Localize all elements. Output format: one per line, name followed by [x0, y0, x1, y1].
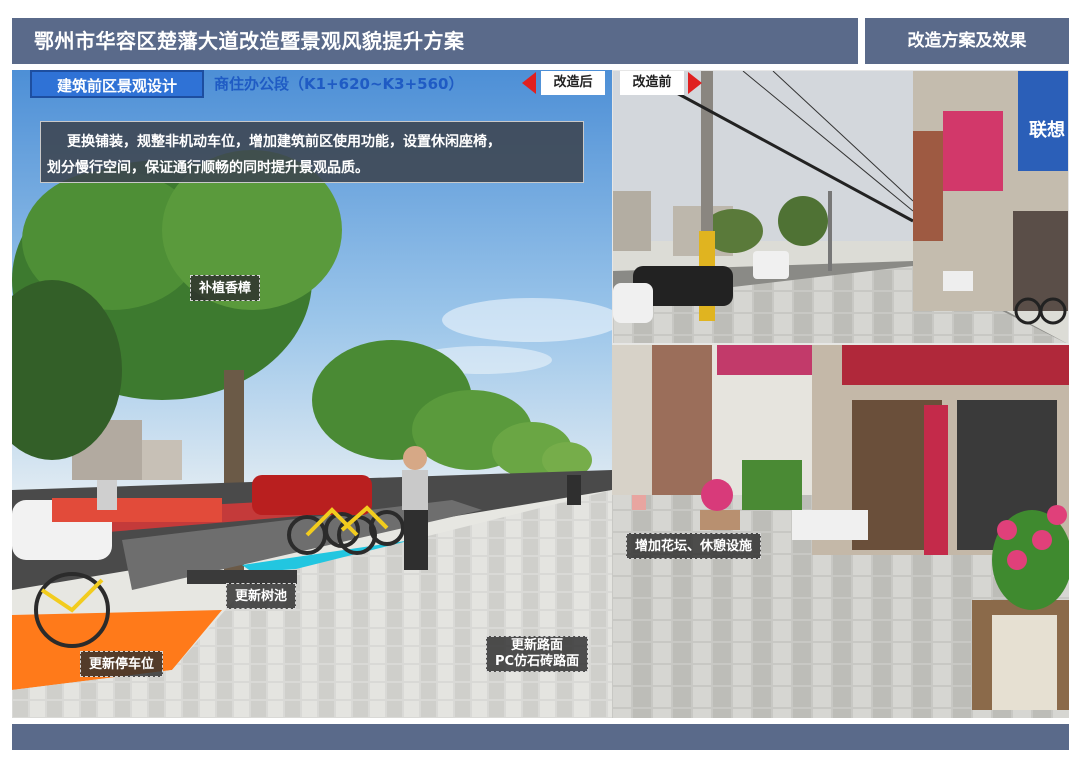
- parking-annotation: 更新停车位: [80, 651, 164, 677]
- after-label: 改造后: [541, 71, 605, 95]
- section-bar: 改造方案及效果: [865, 18, 1069, 64]
- section-title: 改造方案及效果: [907, 31, 1027, 51]
- before-photo: 联想: [612, 70, 1069, 344]
- footer-bar: [12, 724, 1069, 750]
- tree-pit-annotation: 更新树池: [226, 583, 297, 609]
- description-line-2: 划分慢行空间，保证通行顺畅的同时提升景观品质。: [47, 160, 369, 176]
- left-arrow-icon: [522, 72, 536, 94]
- pavement-annotation-line-1: 更新路面: [511, 638, 564, 653]
- segment-subtitle: 商住办公段（K1+620~K3+560）: [214, 75, 464, 93]
- page-title: 鄂州市华容区楚藩大道改造暨景观风貌提升方案: [34, 29, 465, 53]
- section-tag: 建筑前区景观设计: [30, 70, 204, 98]
- tree-annotation: 补植香樟: [190, 275, 261, 301]
- description-line-1: 更换铺装，规整非机动车位，增加建筑前区使用功能，设置休闲座椅，: [67, 134, 501, 150]
- title-bar: 鄂州市华容区楚藩大道改造暨景观风貌提升方案: [12, 18, 858, 64]
- right-arrow-icon: [688, 72, 702, 94]
- pavement-annotation: 更新路面 PC仿石砖路面: [486, 636, 589, 672]
- flowers-annotation: 增加花坛、休憩设施: [626, 533, 762, 559]
- pavement-annotation-line-2: PC仿石砖路面: [495, 654, 580, 669]
- storefront-sign: 联想: [1029, 119, 1065, 141]
- before-label: 改造前: [620, 71, 684, 95]
- description-box: 更换铺装，规整非机动车位，增加建筑前区使用功能，设置休闲座椅， 划分慢行空间，保…: [40, 121, 584, 183]
- before-street-photo: 联想: [613, 71, 1068, 343]
